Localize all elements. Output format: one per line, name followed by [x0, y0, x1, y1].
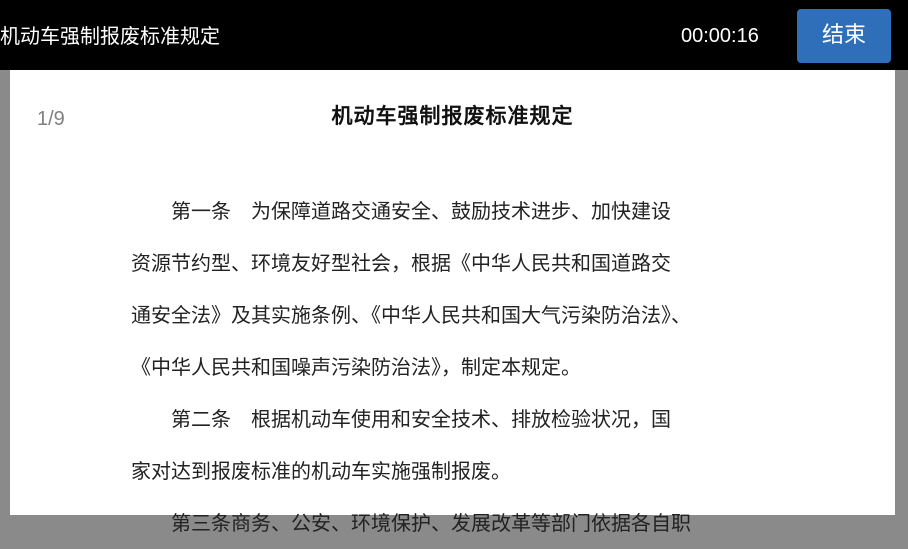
document-title: 机动车强制报废标准规定 — [0, 24, 220, 48]
end-button[interactable]: 结束 — [797, 9, 891, 63]
body-line: 《中华人民共和国噪声污染防治法》，制定本规定。 — [131, 355, 581, 379]
body-line: 资源节约型、环境友好型社会，根据《中华人民共和国道路交 — [131, 251, 671, 275]
document-heading: 机动车强制报废标准规定 — [331, 104, 574, 128]
document-body: 第一条 为保障道路交通安全、鼓励技术进步、加快建设 资源节约型、环境友好型社会，… — [131, 185, 781, 549]
document-page[interactable]: 1/9 机动车强制报废标准规定 第一条 为保障道路交通安全、鼓励技术进步、加快建… — [10, 70, 895, 535]
body-line: 第一条 为保障道路交通安全、鼓励技术进步、加快建设 — [131, 199, 671, 223]
body-line: 第二条 根据机动车使用和安全技术、排放检验状况，国 — [131, 407, 671, 431]
body-line: 通安全法》及其实施条例、《中华人民共和国大气污染防治法》、 — [131, 303, 691, 327]
body-line: 第三条商务、公安、环境保护、发展改革等部门依据各自职 — [131, 511, 691, 535]
elapsed-timer: 00:00:16 — [681, 25, 759, 47]
body-line: 家对达到报废标准的机动车实施强制报废。 — [131, 459, 511, 483]
top-bar: 机动车强制报废标准规定 00:00:16 结束 — [0, 0, 908, 70]
